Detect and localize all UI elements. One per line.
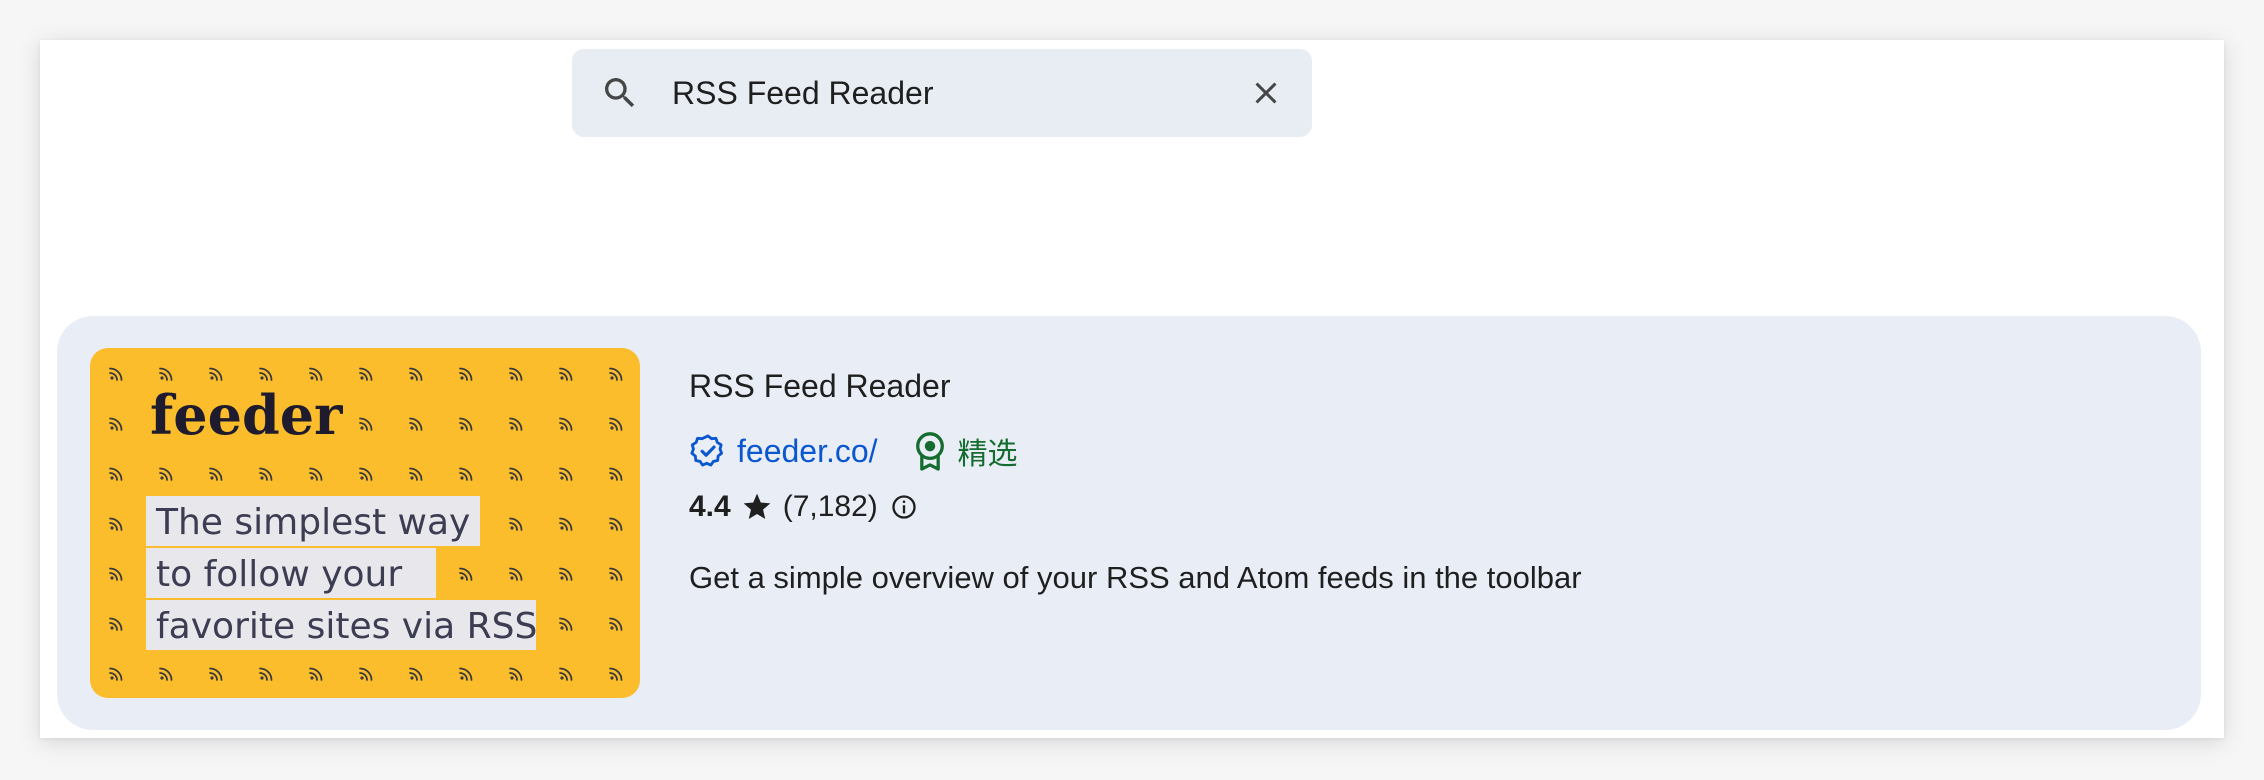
search-input[interactable]: [672, 67, 1232, 119]
rss-icon: [609, 517, 623, 531]
extension-thumbnail[interactable]: feeder The simplest way to follow your f…: [90, 348, 640, 698]
rss-icon: [359, 417, 373, 431]
featured-label: 精选: [957, 438, 1018, 471]
publisher-row: feeder.co/ 精选: [689, 428, 1018, 474]
rating-count: (7,182): [782, 490, 878, 523]
rss-icon: [109, 417, 123, 431]
rss-icon: [209, 467, 223, 481]
rating-row: 4.4 (7,182): [689, 486, 918, 528]
rss-icon: [259, 467, 273, 481]
rss-icon: [259, 667, 273, 681]
rss-icon: [109, 617, 123, 631]
rss-icon: [309, 667, 323, 681]
rss-icon: [509, 667, 523, 681]
rss-icon: [309, 467, 323, 481]
thumbnail-tagline-line-1: The simplest way: [155, 502, 470, 543]
search-icon[interactable]: [600, 73, 640, 113]
rss-icon: [309, 367, 323, 381]
rss-icon: [109, 667, 123, 681]
thumbnail-tagline-line-2: to follow your: [156, 554, 402, 595]
rss-icon: [609, 667, 623, 681]
rss-icon: [109, 567, 123, 581]
thumbnail-brand: feeder: [150, 383, 343, 447]
rss-icon: [409, 667, 423, 681]
rss-icon: [609, 367, 623, 381]
rss-icon: [509, 417, 523, 431]
search-bar[interactable]: [572, 49, 1312, 137]
rss-icon: [409, 367, 423, 381]
rss-icon: [259, 367, 273, 381]
rss-icon: [359, 367, 373, 381]
star-icon: [743, 493, 771, 519]
rss-icon: [459, 367, 473, 381]
rss-icon: [609, 617, 623, 631]
rss-icon: [159, 367, 173, 381]
rss-icon: [159, 467, 173, 481]
thumbnail-artwork: feeder The simplest way to follow your f…: [109, 367, 623, 681]
rss-icon: [459, 417, 473, 431]
rss-icon: [509, 567, 523, 581]
rss-icon: [109, 367, 123, 381]
rss-icon: [359, 467, 373, 481]
rss-icon: [559, 517, 573, 531]
rss-icon: [559, 617, 573, 631]
rss-icon: [459, 567, 473, 581]
extension-description: Get a simple overview of your RSS and At…: [689, 560, 1582, 595]
rss-icon: [109, 517, 123, 531]
result-card[interactable]: feeder The simplest way to follow your f…: [57, 316, 2201, 730]
rss-icon: [459, 667, 473, 681]
rss-icon: [559, 367, 573, 381]
rss-icon: [559, 567, 573, 581]
rss-icon: [559, 667, 573, 681]
results-page: feeder The simplest way to follow your f…: [40, 40, 2224, 738]
featured-badge-icon: [915, 432, 944, 471]
rss-icon: [409, 467, 423, 481]
rating-value: 4.4: [689, 490, 731, 523]
close-icon[interactable]: [1248, 75, 1284, 111]
rss-icon: [559, 467, 573, 481]
rss-icon: [509, 517, 523, 531]
publisher-link[interactable]: feeder.co/: [737, 433, 878, 470]
rss-icon: [209, 667, 223, 681]
info-icon[interactable]: [890, 493, 918, 521]
rss-icon: [209, 367, 223, 381]
extension-title[interactable]: RSS Feed Reader: [689, 368, 950, 405]
thumbnail-tagline-line-3: favorite sites via RSS: [156, 606, 537, 647]
rss-icon: [509, 367, 523, 381]
rss-icon: [459, 467, 473, 481]
rss-icon: [609, 567, 623, 581]
rss-icon: [409, 417, 423, 431]
rss-icon: [559, 417, 573, 431]
rss-icon: [509, 467, 523, 481]
rss-icon: [359, 667, 373, 681]
rss-icon: [109, 467, 123, 481]
rss-icon: [609, 467, 623, 481]
rss-icon: [159, 667, 173, 681]
verified-badge-icon: [690, 434, 724, 467]
rss-icon: [609, 417, 623, 431]
